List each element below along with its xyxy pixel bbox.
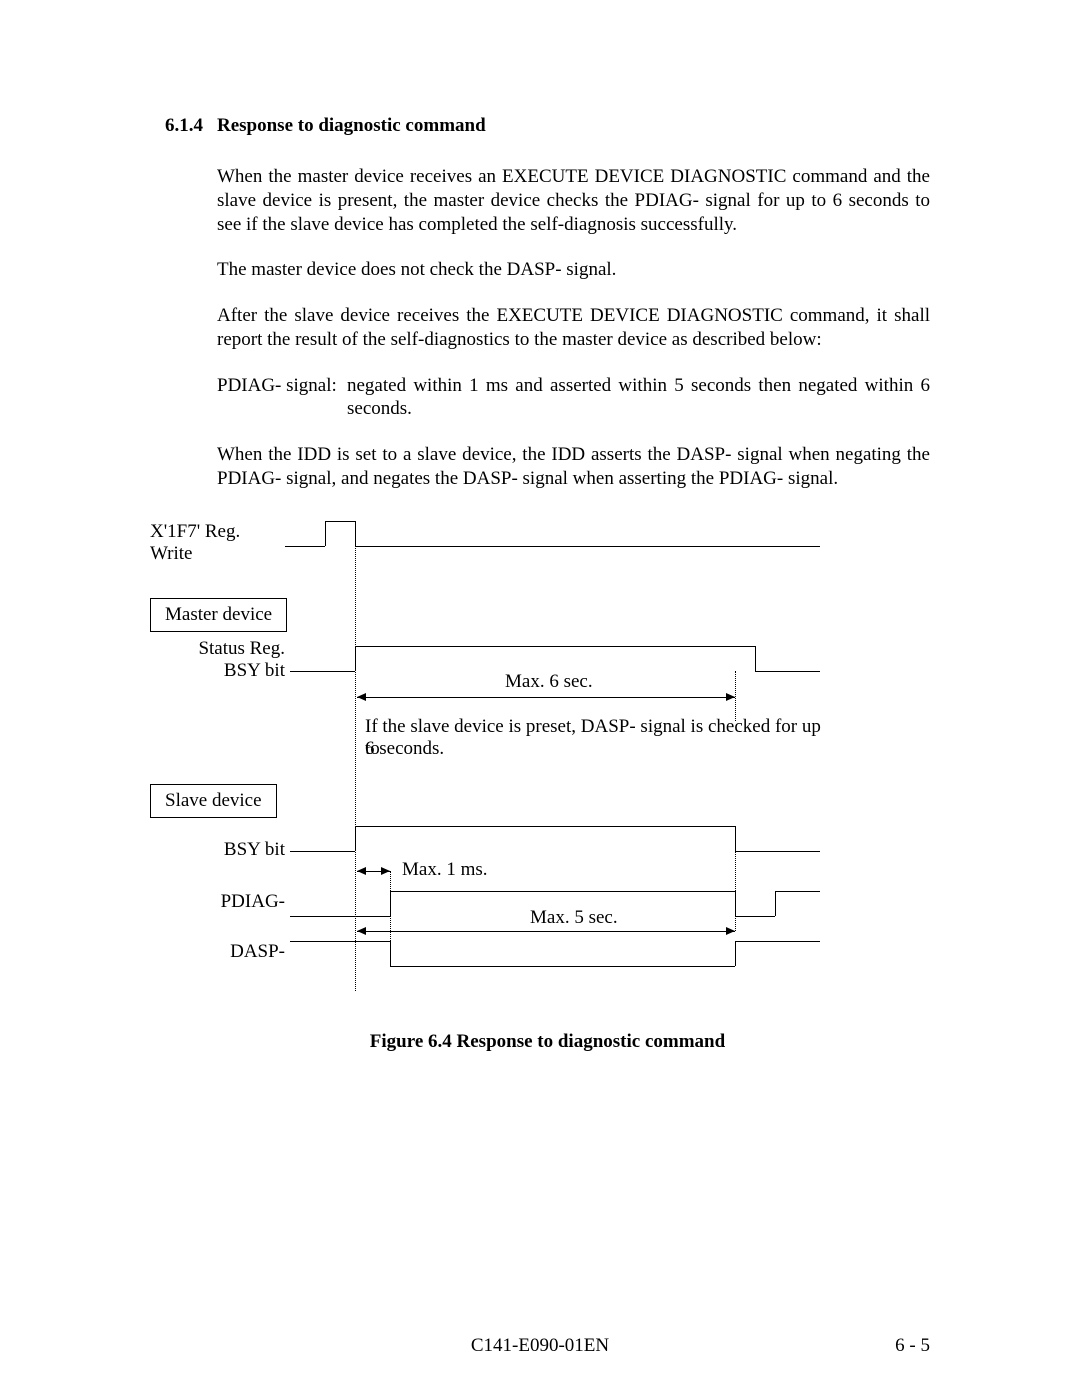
bsy-bit-label-master: BSY bit: [150, 660, 285, 682]
dasp-signal-label: DASP-: [150, 941, 285, 963]
reg-write-label-2: Write: [150, 543, 270, 565]
pdiag-definition: PDIAG- signal: negated within 1 ms and a…: [217, 374, 930, 422]
timing-diagram: X'1F7' Reg. Write Master device Status R…: [150, 521, 920, 1011]
master-device-box: Master device: [150, 598, 287, 632]
max-5-sec-label: Max. 5 sec.: [530, 907, 618, 929]
bsy-bit-label-slave: BSY bit: [150, 839, 285, 861]
footer-page-number: 6 - 5: [895, 1335, 930, 1357]
diagram-note-line2: 6 seconds.: [365, 738, 444, 760]
pdiag-text: negated within 1 ms and asserted within …: [347, 374, 930, 422]
pdiag-label: PDIAG- signal:: [217, 374, 347, 422]
paragraph-2: The master device does not check the DAS…: [217, 258, 930, 282]
status-reg-label: Status Reg.: [150, 638, 285, 660]
figure-caption: Figure 6.4 Response to diagnostic comman…: [165, 1031, 930, 1053]
paragraph-3: After the slave device receives the EXEC…: [217, 304, 930, 352]
section-number: 6.1.4: [165, 115, 217, 137]
section-title: Response to diagnostic command: [217, 115, 486, 137]
pdiag-signal-label: PDIAG-: [150, 891, 285, 913]
section-heading: 6.1.4 Response to diagnostic command: [165, 115, 930, 137]
max-6-sec-label: Max. 6 sec.: [505, 671, 593, 693]
max-1-ms-label: Max. 1 ms.: [402, 859, 488, 881]
paragraph-1: When the master device receives an EXECU…: [217, 165, 930, 236]
slave-device-box: Slave device: [150, 784, 277, 818]
paragraph-5: When the IDD is set to a slave device, t…: [217, 443, 930, 491]
reg-write-label-1: X'1F7' Reg.: [150, 521, 270, 543]
